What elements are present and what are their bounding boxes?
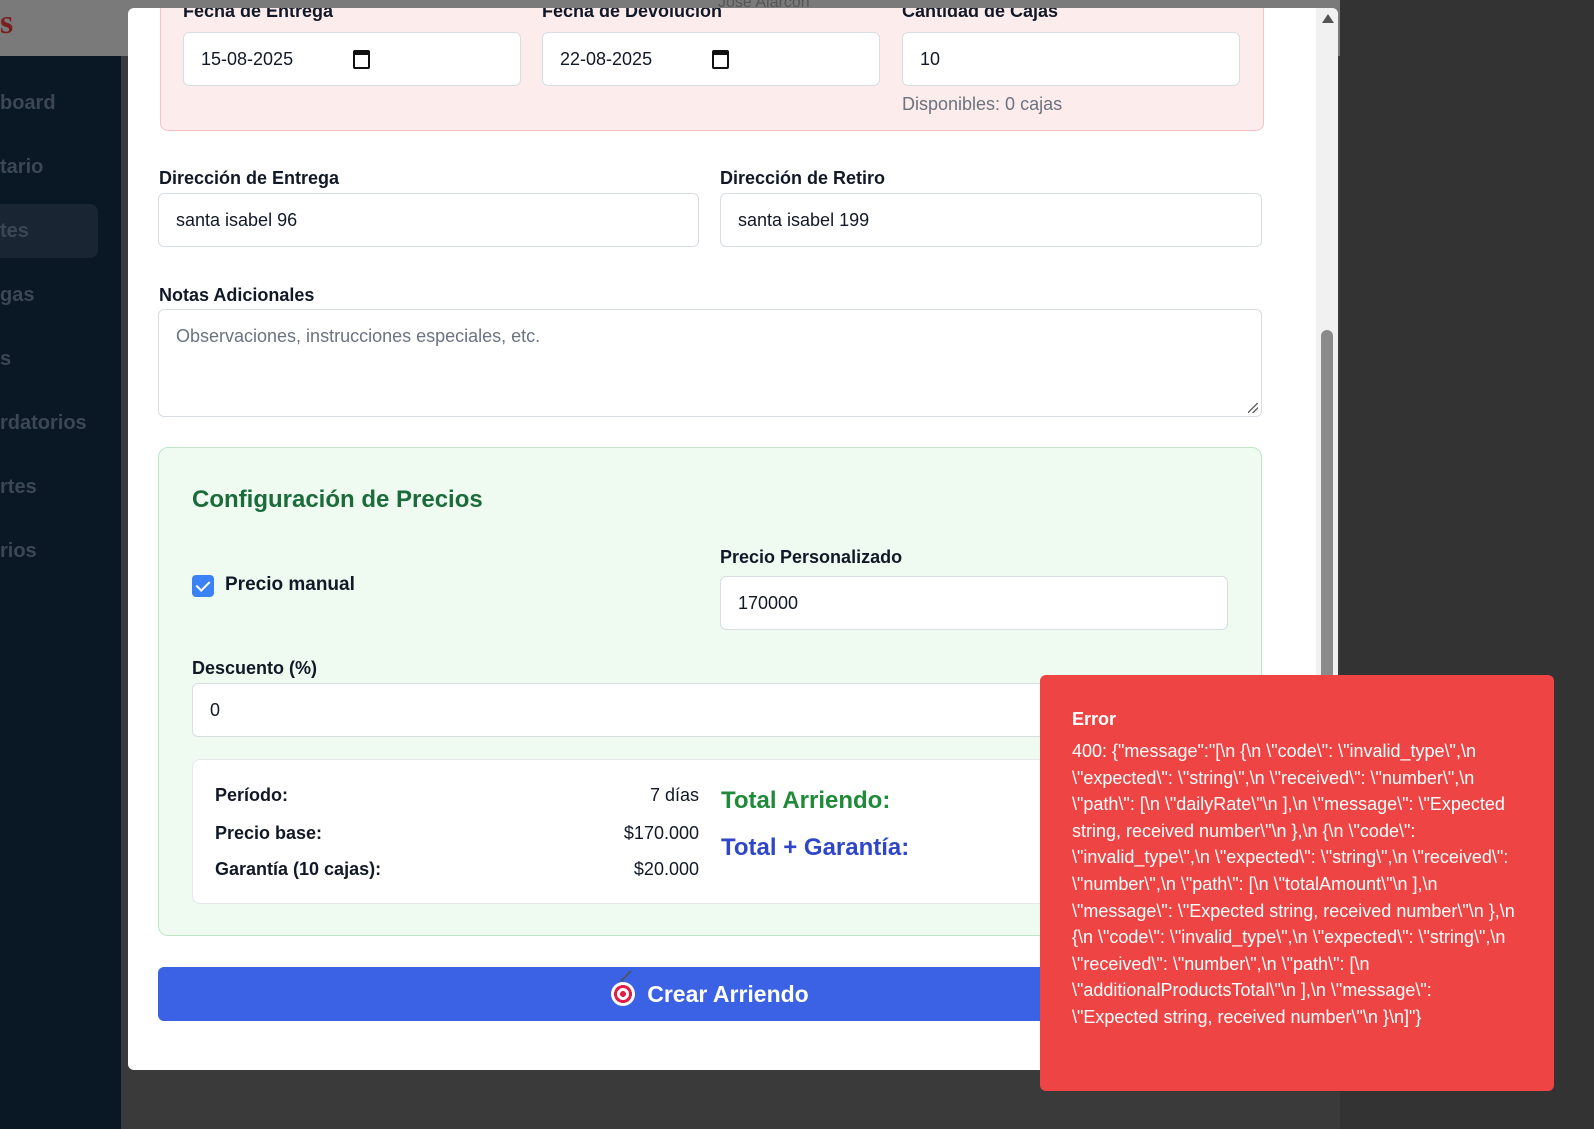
delivery-address-value: santa isabel 96 xyxy=(176,209,298,230)
notes-label: Notas Adicionales xyxy=(159,285,315,305)
target-icon xyxy=(611,982,636,1006)
period-label: Período: xyxy=(215,785,289,805)
error-title: Error xyxy=(1072,709,1117,729)
scroll-thumb[interactable] xyxy=(1321,330,1333,690)
delivery-address-input[interactable]: santa isabel 96 xyxy=(158,193,699,247)
return-date-value: 22-08-2025 xyxy=(560,48,653,69)
delivery-date-input[interactable]: 15-08-2025 xyxy=(183,32,521,86)
sidebar-item-entregas[interactable]: gas xyxy=(0,284,34,307)
return-date-input[interactable]: 22-08-2025 xyxy=(542,32,880,86)
pickup-address-value: santa isabel 199 xyxy=(738,209,870,230)
delivery-address-label: Dirección de Entrega xyxy=(159,168,340,188)
sidebar-item-usuarios[interactable]: rios xyxy=(0,540,37,563)
notes-textarea[interactable]: Observaciones, instrucciones especiales,… xyxy=(158,309,1262,417)
pickup-address-label: Dirección de Retiro xyxy=(720,168,886,188)
guarantee-label: Garantía (10 cajas): xyxy=(215,859,382,879)
scroll-up-icon[interactable] xyxy=(1322,14,1334,23)
sidebar-item-recordatorios[interactable]: rdatorios xyxy=(0,412,87,435)
total-rent-label: Total Arriendo: xyxy=(721,787,891,814)
delivery-date-label: Fecha de Entrega xyxy=(183,8,334,21)
box-qty-input[interactable]: 10 xyxy=(902,32,1240,86)
base-price-label: Precio base: xyxy=(215,823,323,843)
sidebar-item-inventario[interactable]: tario xyxy=(0,156,43,179)
calendar-icon[interactable] xyxy=(353,50,370,69)
create-rental-label: Crear Arriendo xyxy=(647,980,809,1007)
sidebar-item-reportes[interactable]: rtes xyxy=(0,476,37,499)
resize-handle-icon[interactable] xyxy=(1248,403,1258,413)
return-date-label: Fecha de Devolución xyxy=(542,8,723,21)
calendar-icon[interactable] xyxy=(712,50,729,69)
notes-placeholder: Observaciones, instrucciones especiales,… xyxy=(176,326,541,346)
total-guarantee-label: Total + Garantía: xyxy=(721,834,910,861)
guarantee-value: $20.000 xyxy=(633,859,699,879)
sidebar: board tario tes gas s rdatorios rtes rio… xyxy=(0,56,121,1129)
sidebar-item-dashboard[interactable]: board xyxy=(0,92,56,115)
manual-price-label[interactable]: Precio manual xyxy=(225,574,355,596)
delivery-date-value: 15-08-2025 xyxy=(201,48,294,69)
custom-price-input[interactable]: 170000 xyxy=(720,576,1228,630)
boxes-available-text: Disponibles: 0 cajas xyxy=(902,94,1063,114)
box-qty-label: Cantidad de Cajas xyxy=(902,8,1059,21)
base-price-value: $170.000 xyxy=(623,823,699,843)
custom-price-label: Precio Personalizado xyxy=(720,547,903,567)
dates-section: Fecha de Entrega 15-08-2025 Fecha de Dev… xyxy=(160,8,1264,131)
sidebar-item-s[interactable]: s xyxy=(0,348,11,371)
error-toast[interactable]: Error 400: {"message":"[\n {\n \"code\":… xyxy=(1040,675,1554,1091)
discount-value: 0 xyxy=(210,699,221,720)
error-message: 400: {"message":"[\n {\n \"code\": \"inv… xyxy=(1072,741,1515,1027)
box-qty-value: 10 xyxy=(920,48,941,69)
discount-label: Descuento (%) xyxy=(192,658,318,678)
manual-price-checkbox[interactable] xyxy=(192,575,214,597)
pickup-address-input[interactable]: santa isabel 199 xyxy=(720,193,1262,247)
pricing-title: Configuración de Precios xyxy=(192,486,483,513)
custom-price-value: 170000 xyxy=(738,592,799,613)
period-value: 7 días xyxy=(649,785,699,805)
app-logo: s xyxy=(0,4,14,41)
sidebar-item-clientes[interactable]: tes xyxy=(0,220,29,243)
